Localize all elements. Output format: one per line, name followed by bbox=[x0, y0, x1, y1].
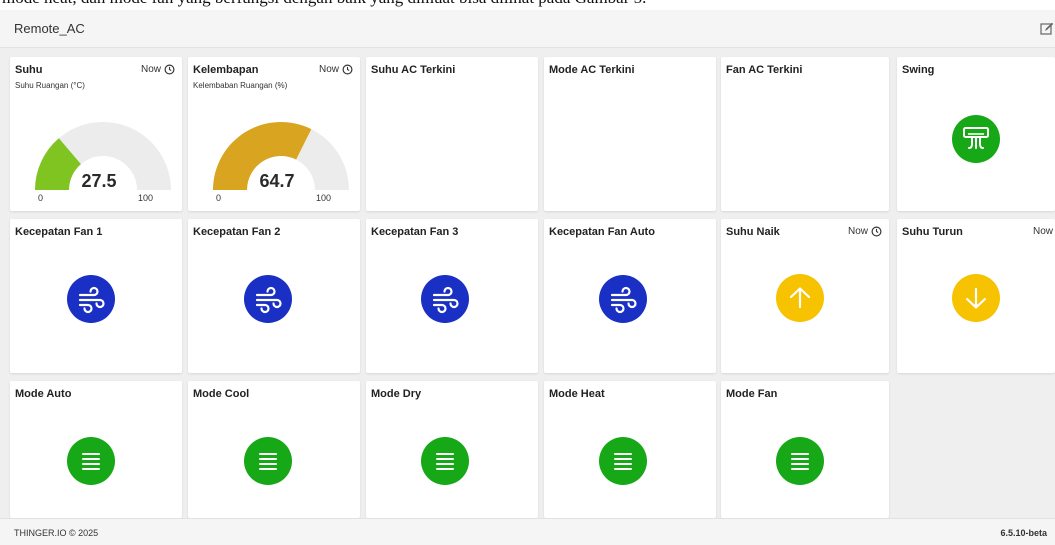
temperature-down-button[interactable] bbox=[952, 274, 1000, 322]
widget-kecepatan-fan-1: Kecepatan Fan 1 bbox=[10, 219, 182, 373]
edit-icon[interactable] bbox=[1040, 22, 1054, 36]
widget-title: Suhu AC Terkini bbox=[371, 64, 456, 76]
widget-kecepatan-fan-auto: Kecepatan Fan Auto bbox=[544, 219, 716, 373]
time-selector[interactable]: Now bbox=[848, 226, 882, 237]
gauge-max-label: 100 bbox=[316, 193, 332, 203]
wind-icon bbox=[610, 286, 637, 314]
widget-title: Mode Heat bbox=[549, 388, 605, 400]
document-caption-text: mode heat, dan mode fan yang berfungsi d… bbox=[2, 0, 646, 8]
widget-fan-ac-terkini: Fan AC Terkini bbox=[721, 57, 889, 211]
mode-auto-button[interactable] bbox=[67, 437, 115, 485]
widget-title: Mode Dry bbox=[371, 388, 422, 400]
arrow-down-icon bbox=[965, 287, 987, 309]
fan-speed-auto-button[interactable] bbox=[599, 275, 647, 323]
widget-title: Mode Cool bbox=[193, 388, 250, 400]
copyright-text: THINGER.IO © 2025 bbox=[14, 528, 99, 538]
time-selector[interactable]: Now bbox=[141, 64, 175, 75]
menu-icon bbox=[791, 453, 809, 470]
widget-mode-heat: Mode Heat bbox=[544, 381, 716, 518]
document-caption-strip: mode heat, dan mode fan yang berfungsi d… bbox=[0, 0, 1055, 10]
widget-suhu: Suhu Suhu Ruangan (°C) Now 27.5 0 100 bbox=[10, 57, 182, 211]
fan-speed-2-button[interactable] bbox=[244, 275, 292, 323]
widget-title: Mode AC Terkini bbox=[549, 64, 635, 76]
clock-icon bbox=[871, 226, 882, 237]
menu-icon bbox=[259, 453, 277, 470]
air-conditioner-icon bbox=[963, 127, 989, 149]
temperature-up-button[interactable] bbox=[776, 274, 824, 322]
version-label: 6.5.10-beta bbox=[1000, 528, 1047, 538]
widget-title: Swing bbox=[902, 64, 935, 76]
widget-title: Kecepatan Fan Auto bbox=[549, 226, 655, 238]
wind-icon bbox=[255, 286, 282, 314]
mode-heat-button[interactable] bbox=[599, 437, 647, 485]
gauge-max-label: 100 bbox=[138, 193, 154, 203]
time-label: Now bbox=[1032, 226, 1053, 237]
widget-title: Suhu Naik bbox=[726, 226, 780, 238]
menu-icon bbox=[82, 453, 100, 470]
mode-fan-button[interactable] bbox=[776, 437, 824, 485]
widget-mode-auto: Mode Auto bbox=[10, 381, 182, 518]
widget-swing: Swing bbox=[897, 57, 1055, 211]
widget-kecepatan-fan-2: Kecepatan Fan 2 bbox=[188, 219, 360, 373]
widget-title: Kecepatan Fan 3 bbox=[371, 226, 459, 238]
widget-title: Mode Auto bbox=[15, 388, 72, 400]
dashboard-header: Remote_AC bbox=[0, 10, 1055, 48]
widget-subtitle: Suhu Ruangan (°C) bbox=[15, 81, 85, 90]
widget-mode-ac-terkini: Mode AC Terkini bbox=[544, 57, 716, 211]
dashboard-title: Remote_AC bbox=[14, 21, 85, 36]
time-label: Now bbox=[318, 64, 339, 75]
fan-speed-1-button[interactable] bbox=[67, 275, 115, 323]
widget-title: Suhu Turun bbox=[902, 226, 963, 238]
clock-icon bbox=[342, 64, 353, 75]
gauge-value: 64.7 bbox=[259, 171, 295, 191]
widget-suhu-turun: Suhu Turun Now bbox=[897, 219, 1055, 373]
wind-icon bbox=[78, 286, 105, 314]
dashboard-footer: THINGER.IO © 2025 6.5.10-beta bbox=[0, 518, 1055, 545]
gauge-value: 27.5 bbox=[81, 171, 117, 191]
swing-button[interactable] bbox=[952, 115, 1000, 163]
widget-kelembapan: Kelembapan Kelembaban Ruangan (%) Now 64… bbox=[188, 57, 360, 211]
mode-cool-button[interactable] bbox=[244, 437, 292, 485]
widget-mode-fan: Mode Fan bbox=[721, 381, 889, 518]
widget-mode-cool: Mode Cool bbox=[188, 381, 360, 518]
widget-suhu-naik: Suhu Naik Now bbox=[721, 219, 889, 373]
menu-icon bbox=[436, 453, 454, 470]
time-selector[interactable]: Now bbox=[319, 64, 353, 75]
widget-title: Mode Fan bbox=[726, 388, 778, 400]
widget-title: Suhu bbox=[15, 64, 43, 76]
time-selector[interactable]: Now bbox=[1033, 226, 1055, 237]
widget-kecepatan-fan-3: Kecepatan Fan 3 bbox=[366, 219, 538, 373]
menu-icon bbox=[614, 453, 632, 470]
widget-subtitle: Kelembaban Ruangan (%) bbox=[193, 81, 288, 90]
fan-speed-3-button[interactable] bbox=[421, 275, 469, 323]
gauge-min-label: 0 bbox=[216, 193, 222, 203]
gauge-min-label: 0 bbox=[38, 193, 44, 203]
widget-title: Kelembapan bbox=[193, 64, 259, 76]
widget-title: Kecepatan Fan 1 bbox=[15, 226, 103, 238]
widget-mode-dry: Mode Dry bbox=[366, 381, 538, 518]
widget-title: Fan AC Terkini bbox=[726, 64, 803, 76]
widget-title: Kecepatan Fan 2 bbox=[193, 226, 281, 238]
clock-icon bbox=[164, 64, 175, 75]
wind-icon bbox=[432, 286, 459, 314]
widget-suhu-ac-terkini: Suhu AC Terkini bbox=[366, 57, 538, 211]
time-label: Now bbox=[140, 64, 161, 75]
arrow-up-icon bbox=[789, 287, 811, 309]
time-label: Now bbox=[847, 226, 868, 237]
mode-dry-button[interactable] bbox=[421, 437, 469, 485]
